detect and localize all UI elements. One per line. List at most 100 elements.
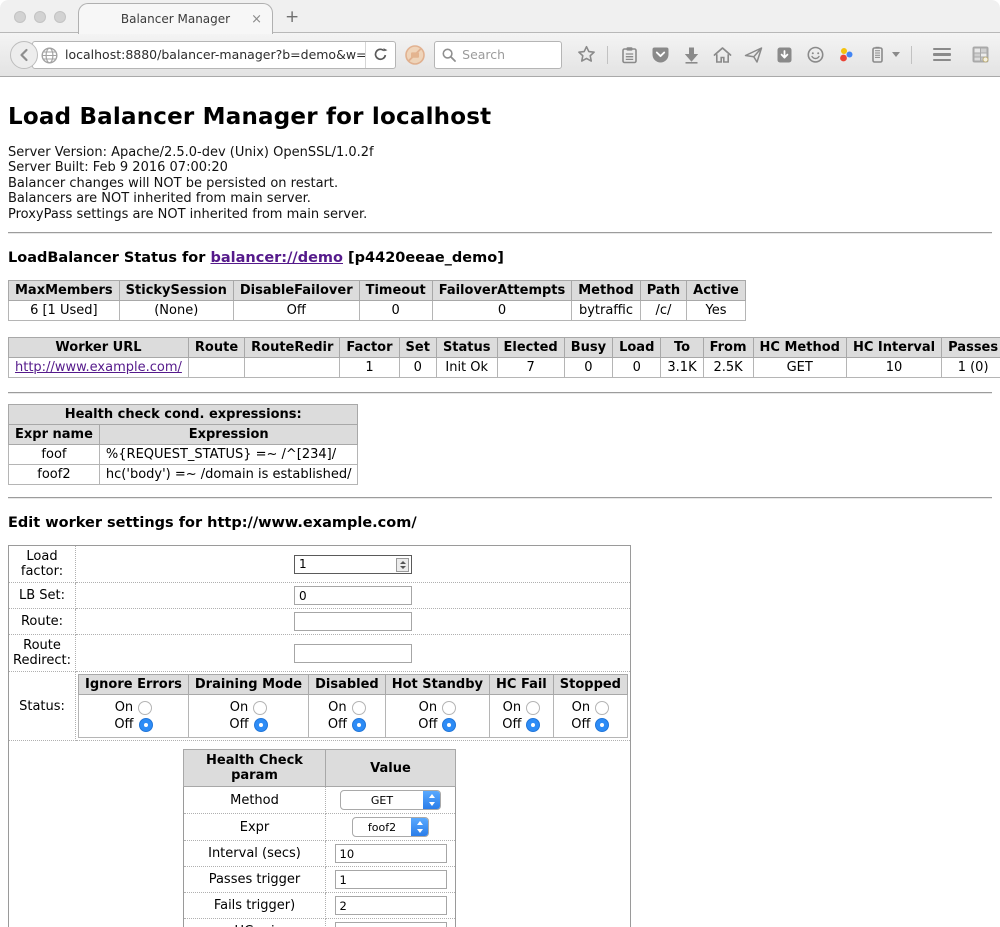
passes-row: Passes trigger	[184, 867, 456, 893]
server-version-line: Server Version: Apache/2.5.0-dev (Unix) …	[8, 145, 992, 160]
table-header-row: MaxMembers StickySession DisableFailover…	[9, 281, 746, 301]
close-window-button[interactable]	[14, 11, 26, 23]
url-input[interactable]: localhost:8880/balancer-manager?b=demo&w…	[65, 47, 365, 62]
expr-selected-value: foof2	[353, 818, 411, 836]
number-spinner-icon[interactable]	[396, 558, 409, 572]
on-label: On	[503, 700, 521, 715]
disabled-off-radio[interactable]	[352, 718, 366, 732]
workers-table: Worker URL Route RouteRedir Factor Set S…	[8, 337, 1000, 378]
disabled-on-radio[interactable]	[352, 701, 366, 715]
status-row: Status: Ignore Errors Draining Mode Disa…	[9, 672, 631, 741]
window-controls[interactable]	[14, 11, 66, 23]
downloads-icon[interactable]	[681, 45, 701, 65]
toolbar-icons	[576, 45, 990, 65]
ignore-errors-on-radio[interactable]	[138, 701, 152, 715]
cell-expression: hc('body') =~ /domain is established/	[99, 465, 358, 485]
hot-standby-off-radio[interactable]	[442, 718, 456, 732]
table-row: 6 [1 Used] (None) Off 0 0 bytraffic /c/ …	[9, 301, 746, 321]
persist-notice-line: Balancer changes will NOT be persisted o…	[8, 176, 992, 191]
url-bar[interactable]: localhost:8880/balancer-manager?b=demo&w…	[32, 41, 396, 69]
fails-label: Fails trigger)	[184, 893, 326, 919]
tile-grid-addon-icon[interactable]	[970, 45, 990, 65]
passes-input[interactable]	[335, 870, 447, 889]
tab-balancer-manager[interactable]: Balancer Manager ×	[78, 3, 273, 34]
back-button[interactable]	[10, 41, 38, 69]
passes-label: Passes trigger	[184, 867, 326, 893]
balancer-status-heading: LoadBalancer Status for balancer://demo …	[8, 250, 992, 266]
hc-uri-input[interactable]	[335, 922, 447, 927]
route-input[interactable]	[294, 612, 412, 631]
inherit-notice-line: Balancers are NOT inherited from main se…	[8, 191, 992, 206]
interval-input[interactable]	[335, 844, 447, 863]
back-arrow-icon	[16, 47, 32, 63]
col-hc-interval: HC Interval	[846, 338, 941, 358]
col-expr-name: Expr name	[9, 425, 100, 445]
cell-stickysession: (None)	[119, 301, 233, 321]
search-input[interactable]: Search	[462, 47, 505, 62]
reload-button[interactable]	[365, 42, 395, 68]
col-disablefailover: DisableFailover	[233, 281, 359, 301]
col-path: Path	[640, 281, 686, 301]
cell-maxmembers: 6 [1 Used]	[9, 301, 120, 321]
off-label: Off	[571, 717, 590, 732]
menu-icon[interactable]	[933, 48, 951, 62]
on-label: On	[328, 700, 346, 715]
balancer-demo-link[interactable]: balancer://demo	[210, 250, 343, 266]
feedback-smiley-icon[interactable]	[805, 45, 825, 65]
col-set: Set	[399, 338, 436, 358]
new-tab-button[interactable]: +	[285, 7, 299, 27]
tab-title: Balancer Manager	[121, 12, 230, 26]
worker-url-link[interactable]: http://www.example.com/	[15, 360, 182, 375]
hc-fail-off-radio[interactable]	[526, 718, 540, 732]
bookmark-star-icon[interactable]	[576, 45, 596, 65]
route-redirect-row: Route Redirect:	[9, 635, 631, 672]
browser-window: Balancer Manager × + localhost:8880/bala…	[0, 0, 1000, 927]
site-identity-globe-icon[interactable]	[41, 47, 58, 64]
col-load: Load	[613, 338, 661, 358]
table-header-row: Worker URL Route RouteRedir Factor Set S…	[9, 338, 1000, 358]
pocket-icon[interactable]	[650, 45, 670, 65]
hot-standby-on-radio[interactable]	[442, 701, 456, 715]
draining-mode-on-radio[interactable]	[253, 701, 267, 715]
route-redirect-input[interactable]	[294, 644, 412, 663]
tab-close-icon[interactable]: ×	[251, 13, 262, 26]
cell-passes: 1 (0)	[942, 358, 1000, 378]
panel-arrow-icon[interactable]	[774, 45, 794, 65]
expr-select[interactable]: foof2	[352, 817, 429, 837]
method-selected-value: GET	[341, 791, 423, 809]
device-battery-icon[interactable]	[867, 45, 887, 65]
cell-path: /c/	[640, 301, 686, 321]
on-label: On	[230, 700, 248, 715]
search-bar[interactable]: Search	[434, 41, 562, 69]
health-check-params-table: Health Check param Value Method GET Expr	[183, 749, 456, 927]
zoom-window-button[interactable]	[54, 11, 66, 23]
on-label: On	[115, 700, 133, 715]
adblock-disabled-icon[interactable]	[404, 44, 426, 66]
load-factor-label: Load factor:	[9, 546, 76, 583]
col-passes: Passes	[942, 338, 1000, 358]
route-redirect-label: Route Redirect:	[9, 635, 76, 672]
expr-row: foof2 hc('body') =~ /domain is establish…	[9, 465, 358, 485]
server-info: Server Version: Apache/2.5.0-dev (Unix) …	[8, 145, 992, 222]
fails-input[interactable]	[335, 896, 447, 915]
home-icon[interactable]	[712, 45, 732, 65]
cell-to: 3.1K	[661, 358, 703, 378]
send-page-icon[interactable]	[743, 45, 763, 65]
cell-factor: 1	[340, 358, 399, 378]
hc-fail-on-radio[interactable]	[526, 701, 540, 715]
ignore-errors-off-radio[interactable]	[139, 718, 153, 732]
stopped-on-radio[interactable]	[595, 701, 609, 715]
col-from: From	[703, 338, 753, 358]
minimize-window-button[interactable]	[34, 11, 46, 23]
cell-expression: %{REQUEST_STATUS} =~ /^[234]/	[99, 445, 358, 465]
colorful-addon-icon[interactable]	[836, 45, 856, 65]
stopped-off-radio[interactable]	[595, 718, 609, 732]
reading-list-icon[interactable]	[619, 45, 639, 65]
method-select[interactable]: GET	[340, 790, 441, 810]
col-status: Status	[436, 338, 497, 358]
load-factor-input[interactable]	[294, 555, 412, 574]
lb-set-input[interactable]	[294, 586, 412, 605]
device-dropdown-caret-icon[interactable]	[892, 52, 900, 57]
draining-mode-off-radio[interactable]	[254, 718, 268, 732]
fails-row: Fails trigger)	[184, 893, 456, 919]
